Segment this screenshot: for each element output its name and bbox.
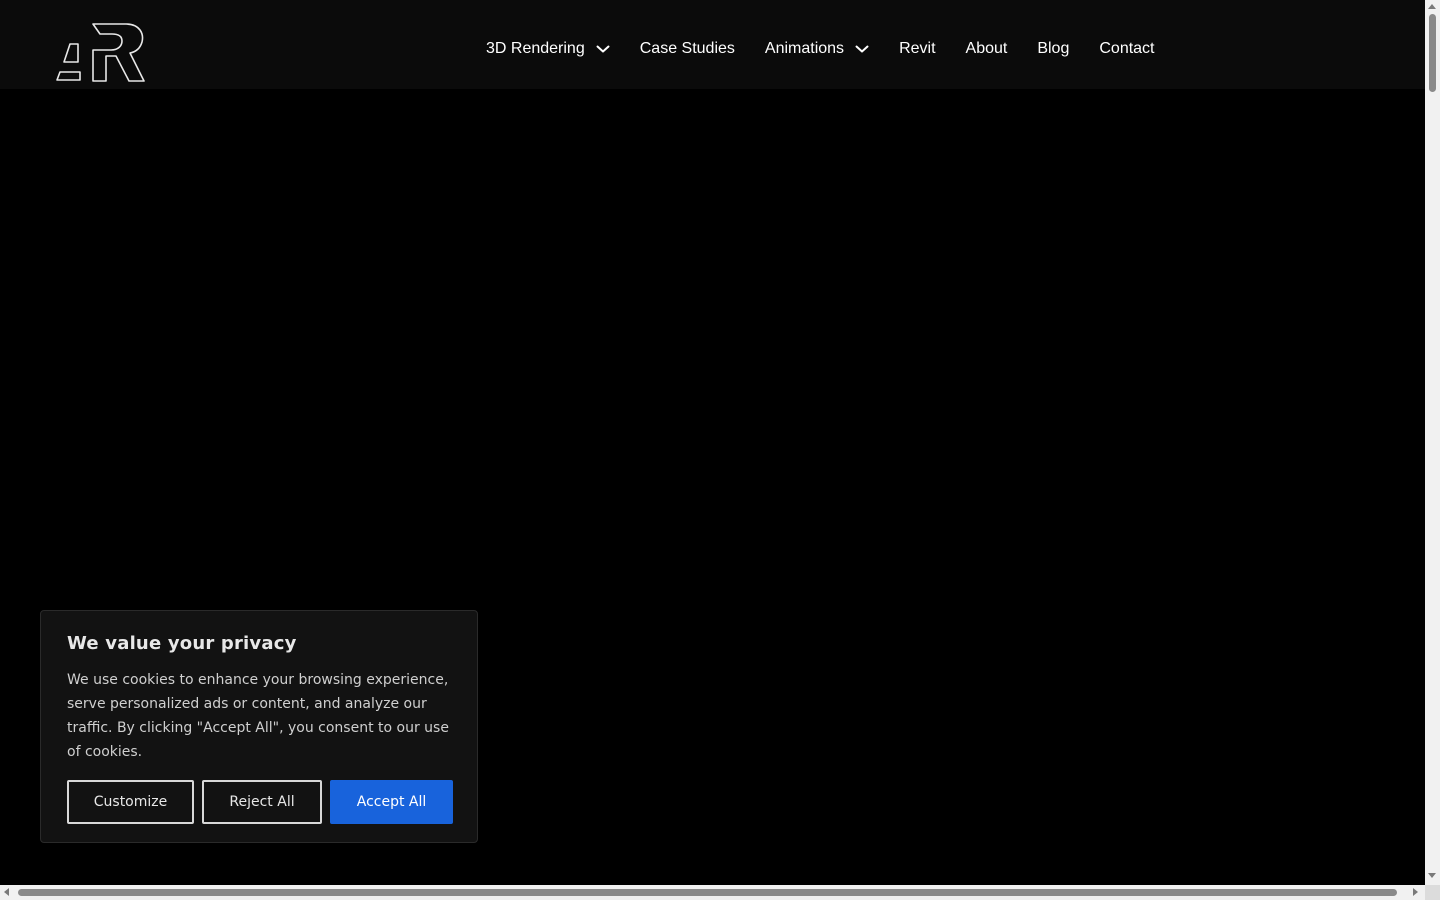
nav-item-label: Contact bbox=[1099, 40, 1155, 57]
chevron-down-icon bbox=[855, 45, 869, 53]
vertical-scrollbar[interactable] bbox=[1425, 0, 1440, 885]
scroll-down-icon[interactable] bbox=[1428, 873, 1436, 878]
cookie-banner-title: We value your privacy bbox=[67, 633, 297, 654]
nav-item-label: Animations bbox=[764, 40, 845, 57]
nav-item-animations[interactable]: Animations bbox=[765, 37, 869, 61]
nav-item-label: About bbox=[965, 40, 1008, 57]
nav-item-label: Blog bbox=[1037, 40, 1070, 57]
nav-item-label: 3D Rendering bbox=[486, 40, 585, 57]
vertical-scroll-thumb[interactable] bbox=[1429, 14, 1436, 92]
scrollbar-corner bbox=[1425, 885, 1440, 900]
scroll-left-icon[interactable] bbox=[4, 888, 9, 896]
chevron-down-icon bbox=[596, 45, 610, 53]
horizontal-scrollbar[interactable] bbox=[0, 885, 1425, 900]
viewport: 3D Rendering Case Studies Animations Rev… bbox=[0, 0, 1425, 885]
nav-item-revit[interactable]: Revit bbox=[899, 37, 935, 61]
cookie-banner-text: We use cookies to enhance your browsing … bbox=[67, 672, 449, 760]
cookie-consent-banner: We value your privacy We use cookies to … bbox=[40, 610, 478, 843]
scroll-up-icon[interactable] bbox=[1428, 4, 1436, 9]
site-header: 3D Rendering Case Studies Animations Rev… bbox=[0, 0, 1425, 89]
customize-button[interactable]: Customize bbox=[67, 780, 194, 824]
main-nav: 3D Rendering Case Studies Animations Rev… bbox=[486, 37, 1155, 61]
nav-item-label: Revit bbox=[899, 40, 936, 57]
reject-all-button[interactable]: Reject All bbox=[202, 780, 322, 824]
scroll-right-icon[interactable] bbox=[1413, 888, 1418, 896]
nav-item-about[interactable]: About bbox=[966, 37, 1008, 61]
nav-item-blog[interactable]: Blog bbox=[1037, 37, 1069, 61]
ar-logo-icon[interactable] bbox=[56, 22, 146, 84]
horizontal-scroll-thumb[interactable] bbox=[18, 889, 1397, 896]
nav-item-contact[interactable]: Contact bbox=[1099, 37, 1154, 61]
accept-all-button[interactable]: Accept All bbox=[330, 780, 453, 824]
nav-item-label: Case Studies bbox=[639, 40, 735, 57]
page: 3D Rendering Case Studies Animations Rev… bbox=[0, 0, 1440, 900]
nav-item-3d-rendering[interactable]: 3D Rendering bbox=[486, 37, 610, 61]
nav-item-case-studies[interactable]: Case Studies bbox=[640, 37, 735, 61]
